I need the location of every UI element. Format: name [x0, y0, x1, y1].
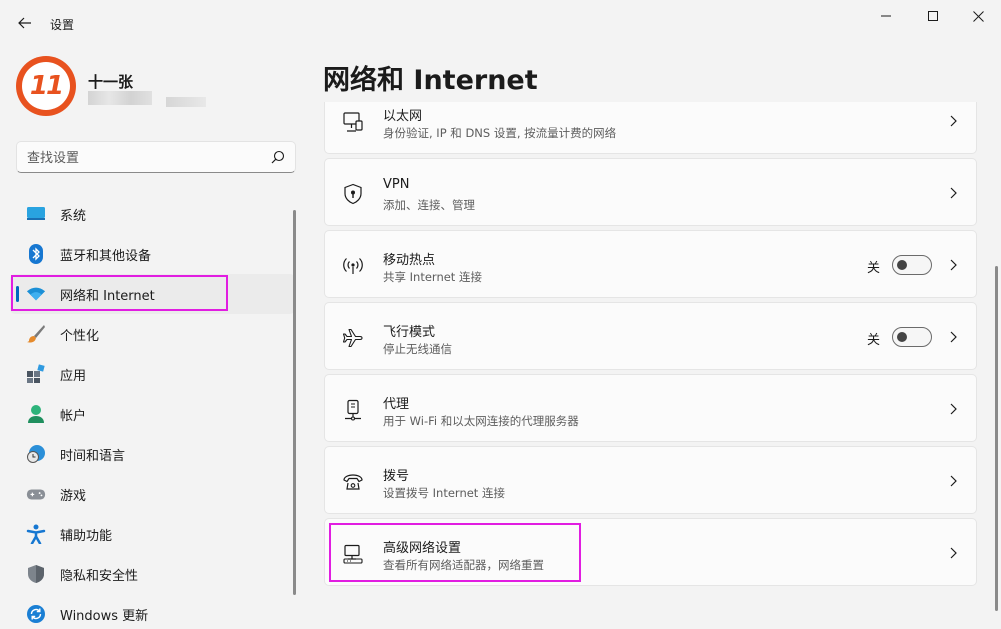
card-title: VPN: [383, 177, 410, 192]
sidebar-item-label: 帐户: [60, 408, 87, 424]
card-description: 添加、连接、管理: [383, 198, 475, 212]
hotspot-toggle[interactable]: [892, 255, 932, 275]
sidebar-item-gaming[interactable]: 游戏: [10, 474, 295, 514]
sidebar-item-privacy[interactable]: 隐私和安全性: [10, 554, 295, 594]
vpn-shield-icon: [342, 183, 364, 205]
chevron-right-icon: [950, 115, 957, 127]
maximize-button[interactable]: [910, 0, 956, 32]
monitor-icon: [26, 204, 46, 224]
active-indicator: [16, 286, 19, 302]
shield-icon: [26, 564, 46, 584]
card-title: 高级网络设置: [383, 541, 462, 556]
card-mobile-hotspot[interactable]: 移动热点 共享 Internet 连接 关: [324, 230, 977, 298]
sidebar-item-apps[interactable]: 应用: [10, 354, 295, 394]
card-description: 查看所有网络适配器，网络重置: [383, 558, 544, 572]
card-proxy[interactable]: 代理 用于 Wi-Fi 和以太网连接的代理服务器: [324, 374, 977, 442]
sidebar-scrollbar[interactable]: [293, 210, 296, 595]
toggle-state-label: 关: [866, 261, 880, 276]
search-icon[interactable]: [271, 150, 285, 164]
settings-list: 以太网 身份验证, IP 和 DNS 设置, 按流量计费的网络 VPN 添加、连…: [324, 102, 978, 629]
card-description: 共享 Internet 连接: [383, 270, 482, 284]
sidebar-item-accessibility[interactable]: 辅助功能: [10, 514, 295, 554]
network-adapter-icon: [342, 543, 364, 565]
hotspot-icon: [342, 255, 364, 277]
sidebar-item-label: 网络和 Internet: [60, 288, 155, 304]
sidebar-item-label: Windows 更新: [60, 608, 149, 624]
sidebar-item-accounts[interactable]: 帐户: [10, 394, 295, 434]
globe-clock-icon: [26, 444, 46, 464]
airplane-mode-toggle[interactable]: [892, 327, 932, 347]
search-input[interactable]: [27, 148, 267, 168]
sidebar-item-label: 时间和语言: [60, 448, 126, 464]
card-title: 代理: [383, 397, 410, 412]
sidebar-item-network[interactable]: 网络和 Internet: [10, 274, 295, 314]
avatar-logo-text: 11: [29, 71, 64, 101]
app-title: 设置: [50, 18, 75, 32]
back-arrow-icon: [18, 17, 31, 29]
user-name: 十一张: [88, 73, 134, 91]
person-icon: [26, 404, 46, 424]
sidebar-item-time-language[interactable]: 时间和语言: [10, 434, 295, 474]
gamepad-icon: [26, 484, 46, 504]
sidebar-item-windows-update[interactable]: Windows 更新: [10, 594, 295, 629]
chevron-right-icon: [950, 475, 957, 487]
card-vpn[interactable]: VPN 添加、连接、管理: [324, 158, 977, 226]
card-dialup[interactable]: 拨号 设置拨号 Internet 连接: [324, 446, 977, 514]
avatar: 11: [16, 56, 76, 116]
minimize-icon: [881, 15, 891, 17]
card-description: 身份验证, IP 和 DNS 设置, 按流量计费的网络: [383, 126, 617, 140]
sidebar-item-label: 个性化: [60, 328, 100, 344]
card-airplane-mode[interactable]: 飞行模式 停止无线通信 关: [324, 302, 977, 370]
card-description: 停止无线通信: [383, 342, 452, 356]
toggle-knob: [897, 260, 907, 270]
airplane-icon: [342, 327, 364, 349]
sidebar-item-label: 蓝牙和其他设备: [60, 248, 152, 264]
chevron-right-icon[interactable]: [948, 258, 958, 272]
sidebar-item-label: 游戏: [60, 488, 87, 504]
sidebar-item-label: 隐私和安全性: [60, 568, 139, 584]
user-email-redacted: [88, 91, 208, 107]
dialup-icon: [342, 471, 364, 493]
card-description: 用于 Wi-Fi 和以太网连接的代理服务器: [383, 414, 579, 428]
toggle-state-label: 关: [866, 333, 880, 348]
ethernet-icon: [342, 111, 364, 133]
close-button[interactable]: [955, 0, 1001, 32]
back-button[interactable]: [14, 12, 36, 34]
toggle-knob: [897, 332, 907, 342]
chevron-right-icon: [950, 403, 957, 415]
sidebar-item-personalization[interactable]: 个性化: [10, 314, 295, 354]
brush-icon: [26, 324, 46, 344]
card-title: 飞行模式: [383, 325, 436, 340]
card-title: 以太网: [383, 109, 423, 124]
apps-icon: [26, 364, 46, 384]
update-icon: [26, 604, 46, 624]
maximize-icon: [928, 11, 938, 21]
minimize-button[interactable]: [863, 0, 909, 32]
proxy-icon: [342, 399, 364, 421]
close-icon: [972, 10, 984, 22]
card-title: 拨号: [383, 469, 410, 484]
card-description: 设置拨号 Internet 连接: [383, 486, 505, 500]
sidebar-item-bluetooth[interactable]: 蓝牙和其他设备: [10, 234, 295, 274]
sidebar-item-label: 系统: [60, 208, 87, 224]
bluetooth-icon: [26, 244, 46, 264]
card-title: 移动热点: [383, 253, 436, 268]
card-ethernet[interactable]: 以太网 身份验证, IP 和 DNS 设置, 按流量计费的网络: [324, 102, 977, 154]
sidebar-item-label: 应用: [60, 368, 87, 384]
content-scrollbar[interactable]: [995, 266, 998, 611]
chevron-right-icon: [950, 547, 957, 559]
page-title: 网络和 Internet: [323, 65, 538, 96]
chevron-right-icon: [950, 187, 957, 199]
sidebar-item-label: 辅助功能: [60, 528, 113, 544]
sidebar-item-system[interactable]: 系统: [10, 194, 295, 234]
card-advanced-network-settings[interactable]: 高级网络设置 查看所有网络适配器，网络重置: [324, 518, 977, 586]
accessibility-icon: [26, 524, 46, 544]
avatar-logo: 11: [22, 62, 70, 110]
chevron-right-icon[interactable]: [948, 330, 958, 344]
title-bar: 设置: [0, 0, 1001, 46]
search-box[interactable]: [16, 141, 296, 173]
wifi-icon: [26, 284, 46, 304]
sidebar-nav: 系统 蓝牙和其他设备 网络和 Internet 个性化 应用 帐户 时间和语言 …: [10, 194, 295, 629]
